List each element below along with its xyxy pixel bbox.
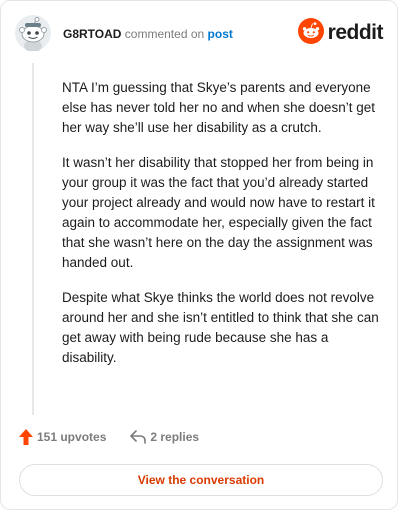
upvote-arrow-icon [19, 429, 33, 445]
comment-paragraph: Despite what Skye thinks the world does … [62, 290, 379, 365]
view-conversation-button[interactable]: View the conversation [19, 464, 383, 496]
comment-body: NTA I’m guessing that Skye’s parents and… [62, 78, 382, 383]
replies-button[interactable]: 2 replies [130, 430, 199, 444]
post-link[interactable]: post [208, 27, 233, 41]
thread-line [32, 63, 34, 415]
snoo-avatar[interactable] [15, 15, 51, 52]
replies-count: 2 replies [150, 430, 200, 444]
comment-paragraph: NTA I’m guessing that Skye’s parents and… [62, 80, 375, 135]
comment-card: G8RTOAD commented on post reddit NTA I’m… [0, 0, 398, 510]
reply-arrow-icon [130, 430, 147, 444]
reddit-logo[interactable]: reddit [297, 17, 384, 49]
comment-paragraph: It wasn’t her disability that stopped he… [62, 155, 375, 270]
reddit-wordmark: reddit [327, 21, 384, 44]
comment-actions: 151 upvotes 2 replies [19, 429, 199, 445]
comment-header: G8RTOAD commented on post reddit [1, 1, 399, 63]
commented-on-text: commented on [124, 27, 205, 41]
reddit-logo-icon [297, 17, 324, 49]
username-link[interactable]: G8RTOAD [63, 27, 121, 41]
comment-meta: G8RTOAD commented on post [63, 27, 233, 41]
upvote-count: 151 upvotes [37, 430, 107, 444]
upvote-button[interactable]: 151 upvotes [19, 429, 106, 445]
